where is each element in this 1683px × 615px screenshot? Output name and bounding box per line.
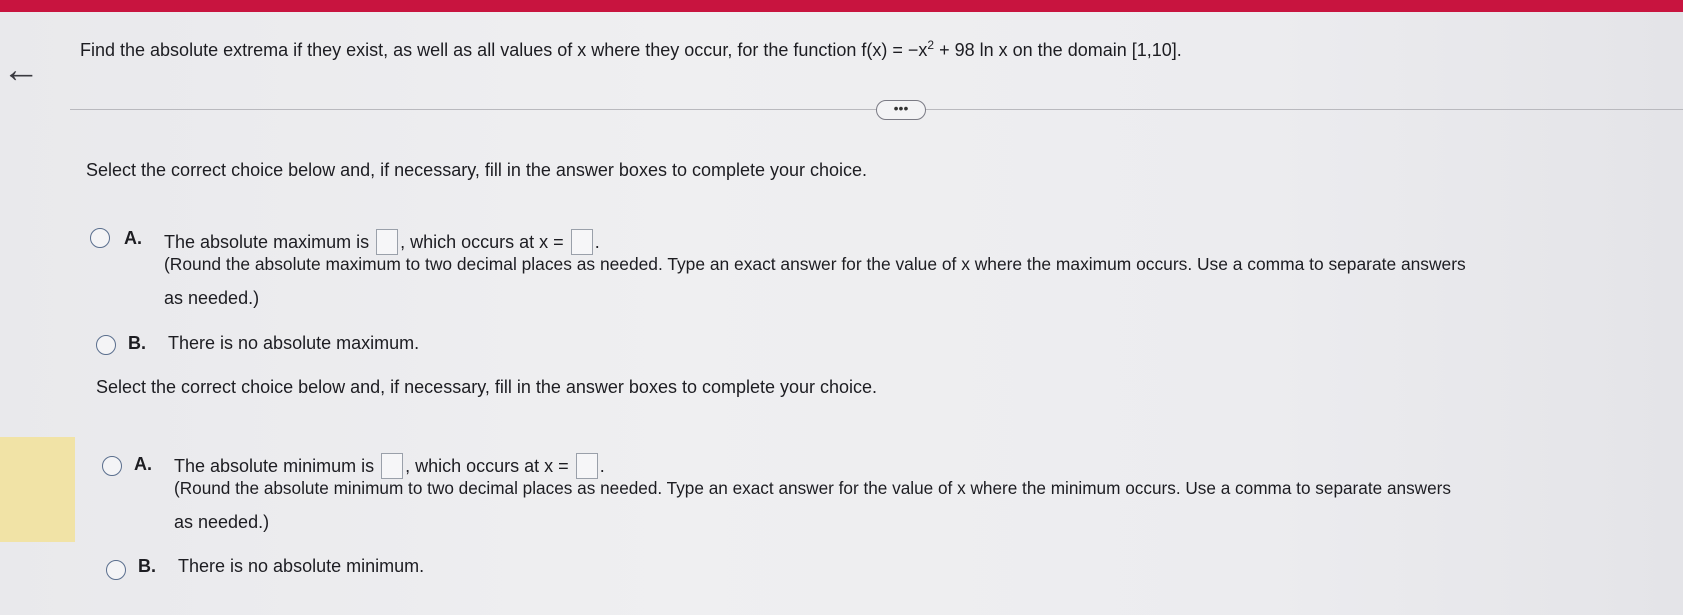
choice-letter: A.	[134, 454, 152, 474]
choice-a-minimum-note-cont: as needed.)	[174, 512, 270, 532]
max-x-input[interactable]	[570, 229, 593, 255]
choice-text: There is no absolute minimum.	[178, 556, 425, 576]
choice-letter: B.	[138, 556, 156, 576]
choice-letter: B.	[128, 333, 146, 353]
choice-text: There is no absolute maximum.	[168, 333, 420, 353]
question-suffix: + 98 ln x on the domain [1,10].	[934, 40, 1182, 60]
top-bar	[0, 0, 1683, 12]
choice-text: The absolute minimum is	[174, 456, 375, 476]
choice-text: .	[599, 456, 605, 476]
choice-a-minimum-line: The absolute minimum is , which occurs a…	[174, 453, 605, 479]
back-arrow-icon[interactable]: ←	[2, 50, 42, 90]
radio-b-minimum[interactable]	[106, 560, 126, 580]
instruction-minimum: Select the correct choice below and, if …	[96, 377, 878, 397]
min-value-input[interactable]	[381, 453, 404, 479]
more-button[interactable]: •••	[876, 100, 926, 120]
choice-a-maximum-line: The absolute maximum is , which occurs a…	[164, 229, 600, 255]
side-highlight	[0, 437, 75, 542]
radio-a-maximum[interactable]	[90, 228, 110, 248]
choice-a-maximum-note-cont: as needed.)	[164, 288, 260, 308]
choice-text: , which occurs at x =	[405, 456, 569, 476]
question-prefix: Find the absolute extrema if they exist,…	[80, 40, 928, 60]
question-text: Find the absolute extrema if they exist,…	[80, 38, 1182, 61]
radio-a-minimum[interactable]	[102, 456, 122, 476]
choice-a-minimum-note: (Round the absolute minimum to two decim…	[174, 478, 1451, 498]
choice-letter: A.	[124, 228, 142, 248]
choice-a-maximum-note: (Round the absolute maximum to two decim…	[164, 254, 1466, 274]
choice-text: .	[594, 232, 600, 252]
choice-text: , which occurs at x =	[400, 232, 564, 252]
min-x-input[interactable]	[575, 453, 598, 479]
choice-text: The absolute maximum is	[164, 232, 370, 252]
radio-b-maximum[interactable]	[96, 335, 116, 355]
max-value-input[interactable]	[376, 229, 399, 255]
instruction-maximum: Select the correct choice below and, if …	[86, 160, 868, 180]
